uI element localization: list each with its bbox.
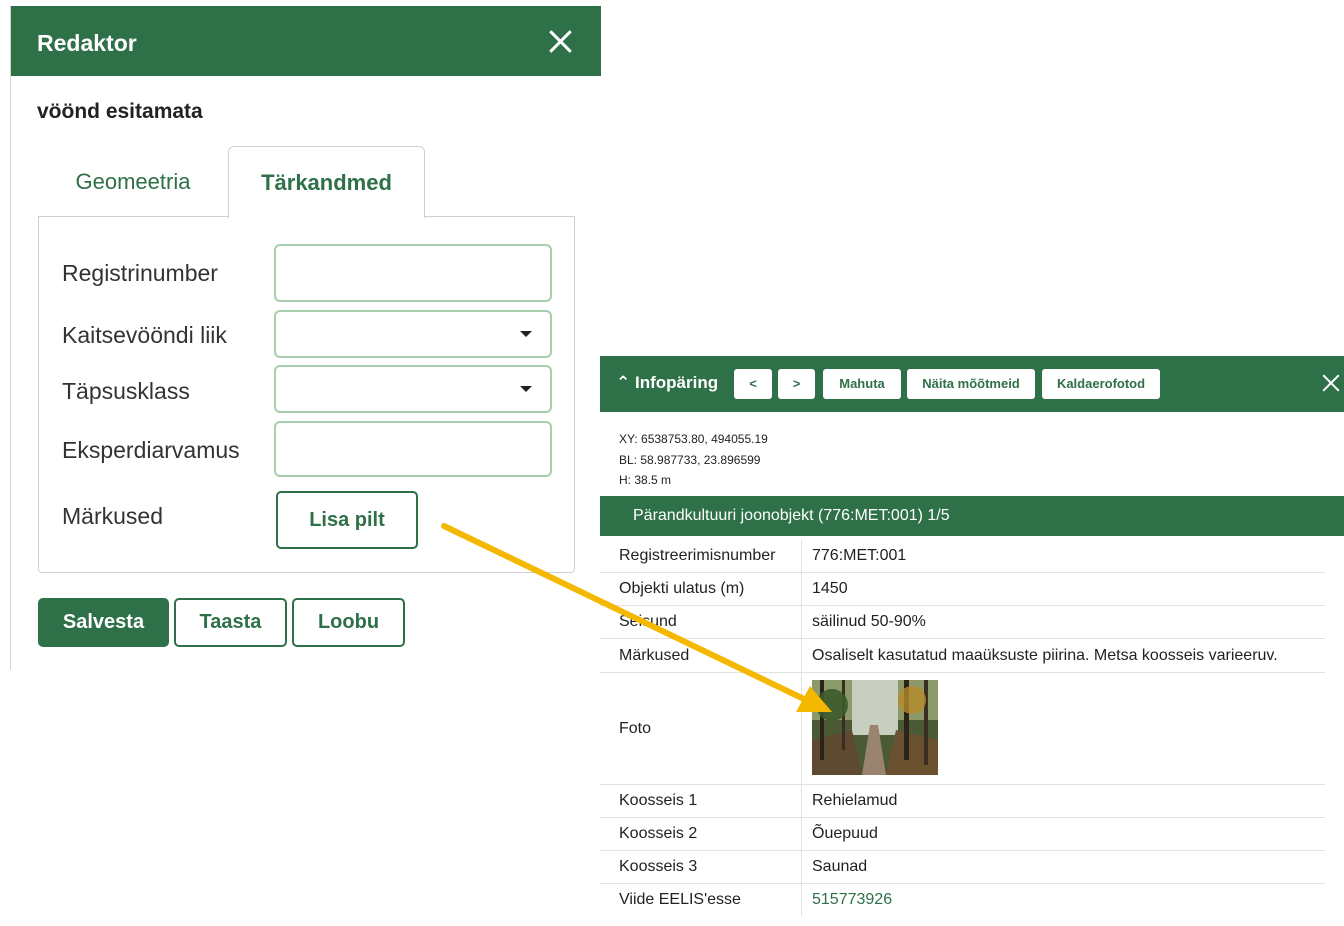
photo-thumbnail[interactable] — [812, 680, 938, 775]
field-label-eksperdiarvamus: Eksperdiarvamus — [62, 437, 240, 463]
forest-path-photo[interactable] — [812, 680, 938, 780]
table-row: Foto — [600, 673, 1325, 785]
restore-button[interactable]: Taasta — [174, 598, 287, 647]
table-row: Koosseis 3 Saunad — [600, 851, 1325, 884]
row-value: Saunad — [812, 858, 868, 875]
info-header: ⌃ Infopäring < > Mahuta Näita mõõtmeid K… — [600, 356, 1344, 412]
row-key: Registreerimisnumber — [619, 547, 776, 564]
row-value: säilinud 50-90% — [812, 613, 926, 630]
eelis-link[interactable]: 515773926 — [812, 891, 892, 909]
row-key: Koosseis 1 — [619, 792, 698, 809]
row-value: Õuepuud — [812, 825, 878, 842]
tapsusklass-select[interactable] — [274, 365, 552, 413]
editor-subtitle: vöönd esitamata — [37, 100, 203, 123]
save-button[interactable]: Salvesta — [38, 598, 169, 647]
table-row: Registreerimisnumber 776:MET:001 — [600, 540, 1325, 573]
table-row: Viide EELIS'esse 515773926 — [600, 884, 1325, 917]
next-button[interactable]: > — [778, 369, 815, 399]
row-value: Rehielamud — [812, 792, 898, 809]
caret-down-icon — [520, 331, 532, 337]
eksperdiarvamus-input[interactable] — [274, 421, 552, 477]
row-key: Viide EELIS'esse — [619, 891, 741, 908]
tab-tarkandmed[interactable]: Tärkandmed — [228, 146, 425, 218]
row-key: Seisund — [619, 613, 677, 630]
close-icon[interactable] — [545, 26, 575, 56]
editor-panel: Redaktor vöönd esitamata Geomeetria Tärk… — [10, 6, 601, 670]
row-key: Koosseis 2 — [619, 825, 698, 842]
info-title-wrap[interactable]: ⌃ Infopäring — [616, 373, 718, 393]
caret-down-icon — [520, 386, 532, 392]
row-key: Koosseis 3 — [619, 858, 698, 875]
add-image-button[interactable]: Lisa pilt — [276, 491, 418, 549]
prev-button[interactable]: < — [734, 369, 772, 399]
double-chevron-up-icon: ⌃ — [616, 373, 631, 392]
row-value: 776:MET:001 — [812, 547, 907, 564]
row-key: Märkused — [619, 647, 690, 664]
registrinumber-input[interactable] — [274, 244, 552, 302]
info-title: Infopäring — [634, 373, 719, 392]
table-row: Koosseis 1 Rehielamud — [600, 785, 1325, 818]
row-value: 1450 — [812, 580, 848, 597]
table-row: Seisund säilinud 50-90% — [600, 606, 1325, 639]
kaitsevoondi-liik-select[interactable] — [274, 310, 552, 358]
coord-bl: BL: 58.987733, 23.896599 — [619, 453, 761, 467]
tab-geomeetria[interactable]: Geomeetria — [39, 146, 227, 218]
cancel-button[interactable]: Loobu — [292, 598, 405, 647]
table-row: Märkused Osaliselt kasutatud maaüksuste … — [600, 639, 1325, 673]
field-label-tapsusklass: Täpsusklass — [62, 378, 190, 404]
row-value: Osaliselt kasutatud maaüksuste piirina. … — [812, 647, 1278, 664]
editor-header: Redaktor — [11, 6, 601, 76]
fit-button[interactable]: Mahuta — [823, 369, 901, 399]
row-key: Objekti ulatus (m) — [619, 580, 745, 597]
row-key: Foto — [619, 720, 652, 737]
editor-title: Redaktor — [37, 30, 137, 56]
field-label-registrinumber: Registrinumber — [62, 260, 218, 286]
oblique-photos-button[interactable]: Kaldaerofotod — [1042, 369, 1160, 399]
field-label-markused: Märkused — [62, 503, 163, 529]
section-header: Pärandkultuuri joonobjekt (776:MET:001) … — [600, 496, 1344, 536]
table-row: Koosseis 2 Õuepuud — [600, 818, 1325, 851]
coord-xy: XY: 6538753.80, 494055.19 — [619, 432, 768, 446]
show-measurements-button[interactable]: Näita mõõtmeid — [907, 369, 1035, 399]
table-row: Objekti ulatus (m) 1450 — [600, 573, 1325, 606]
field-label-kaitsevoondi-liik: Kaitsevööndi liik — [62, 322, 227, 348]
info-panel: ⌃ Infopäring < > Mahuta Näita mõõtmeid K… — [600, 356, 1344, 926]
close-icon[interactable] — [1320, 372, 1342, 394]
coord-h: H: 38.5 m — [619, 473, 672, 487]
